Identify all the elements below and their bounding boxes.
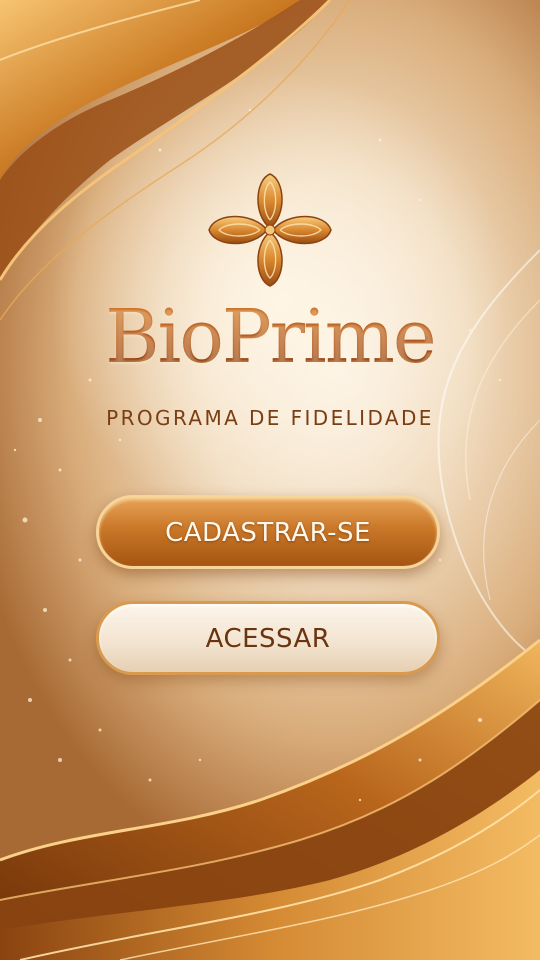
login-button[interactable]: ACESSAR xyxy=(96,601,440,675)
brand-name: BioPrime xyxy=(0,300,540,374)
background-waves xyxy=(0,0,540,960)
four-petal-flower-icon xyxy=(208,173,332,287)
register-button[interactable]: CADASTRAR-SE xyxy=(96,495,440,569)
brand-tagline: PROGRAMA DE FIDELIDADE xyxy=(106,406,434,430)
